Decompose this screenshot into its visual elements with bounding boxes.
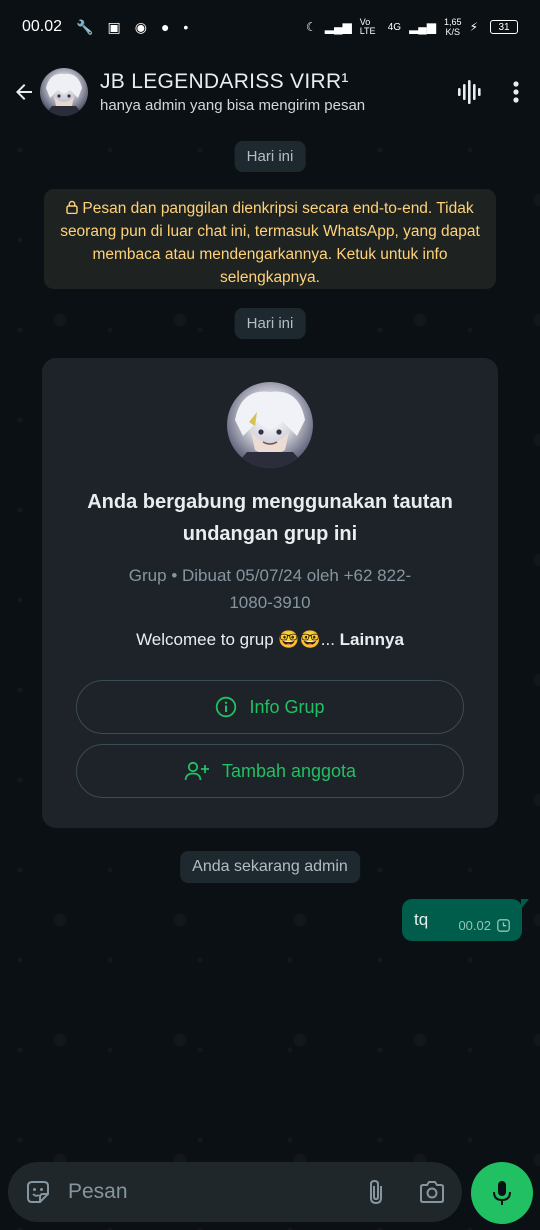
app-notification-icon: ◉ [134,18,147,35]
battery-level: 31 [498,21,510,33]
group-info-label: Info Grup [249,696,325,717]
encryption-notice-text: Pesan dan panggilan dienkripsi secara en… [60,200,480,286]
bubble-tail [521,899,529,909]
volte-label: Vo LTE [359,17,376,36]
group-invite-card: Anda bergabung menggunakan tautan undang… [42,358,498,828]
group-description-text: Welcomee to grup 🤓🤓... [136,630,335,649]
date-chip-label: Hari ini [246,315,294,332]
status-time: 00.02 [22,18,63,35]
message-meta: 00.02 [458,918,510,933]
date-chip: Hari ini [234,141,306,172]
add-member-button[interactable]: Tambah anggota [76,744,464,798]
dot-icon: • [183,19,189,35]
signal-icon-2: ▂▄▆ [409,20,437,34]
group-name: JB LEGENDARISS VIRR¹ [100,70,349,93]
more-vert-icon[interactable] [512,80,520,104]
wrench-icon: 🔧 [76,18,94,35]
mic-icon [493,1181,511,1205]
signal-icon: ▂▄▆ [324,20,352,34]
camera-icon[interactable] [418,1180,446,1204]
back-arrow-icon [16,84,32,100]
network-label: 4G [387,21,402,33]
date-chip-label: Hari ini [246,148,294,165]
speed-value: 1,65 [444,17,462,27]
group-description: Welcomee to grup 🤓🤓... Lainnya [136,630,404,650]
date-chip: Hari ini [234,308,306,339]
card-title: Anda bergabung menggunakan tautan undang… [87,491,453,545]
group-avatar[interactable] [40,68,88,116]
status-bar: 00.02 🔧 ▣ ◉ ● • ☾ ▂▄▆ Vo LTE 4G ▂▄▆ 1,65… [0,0,540,54]
sticker-icon[interactable] [24,1178,52,1206]
add-member-label: Tambah anggota [221,760,357,781]
read-more-link[interactable]: Lainnya [340,630,404,649]
back-button[interactable] [10,72,38,112]
clock-icon [497,918,510,932]
waveform-icon[interactable] [456,79,482,105]
drop-icon: ● [160,19,170,35]
group-avatar-large[interactable] [227,382,313,468]
moon-icon: ☾ [305,20,317,34]
system-message-text: Anda sekarang admin [192,858,348,875]
header-text[interactable]: JB LEGENDARISS VIRR¹ hanya admin yang bi… [100,70,365,114]
message-time: 00.02 [458,917,491,933]
voice-message-button[interactable] [471,1162,533,1224]
message-input[interactable]: Pesan [68,1180,128,1204]
add-person-icon [184,761,209,781]
message-text: tq [414,910,429,929]
speed-unit: K/S [445,27,461,37]
charging-icon: ⚡ [469,20,478,34]
card-meta: Grup • Dibuat 05/07/24 oleh +62 822-1080… [128,566,412,612]
message-input-bar: Pesan [8,1162,462,1222]
group-info-button[interactable]: Info Grup [76,680,464,734]
screenshot-icon: ▣ [107,18,121,35]
battery-icon: 31 [490,20,518,34]
paperclip-icon[interactable] [366,1178,386,1206]
system-message-chip: Anda sekarang admin [180,851,360,883]
chat-header: JB LEGENDARISS VIRR¹ hanya admin yang bi… [0,54,540,130]
group-subtitle: hanya admin yang bisa mengirim pesan [100,97,366,114]
lock-icon [66,200,79,215]
info-icon [216,696,237,718]
encryption-notice[interactable]: Pesan dan panggilan dienkripsi secara en… [44,189,496,289]
outgoing-message[interactable]: tq 00.02 [402,899,529,941]
